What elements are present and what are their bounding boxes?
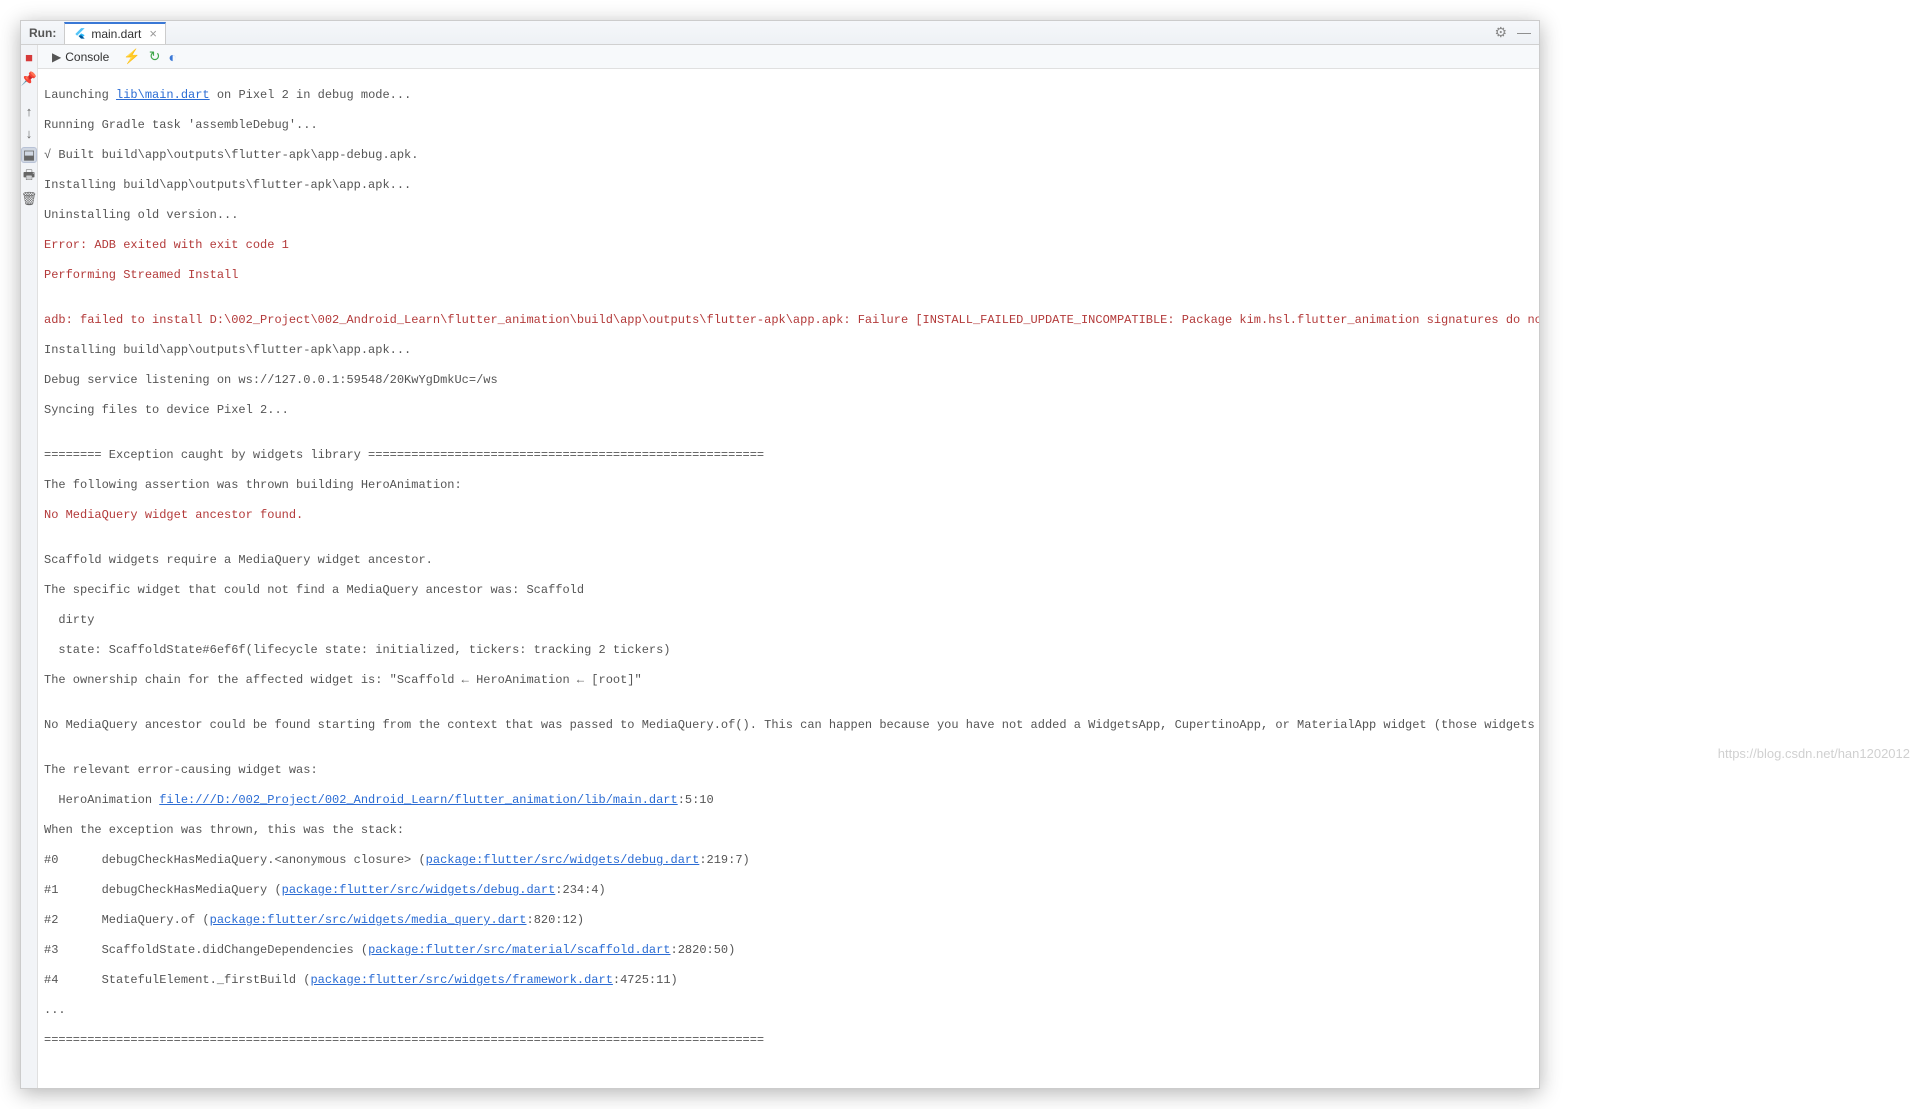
close-icon[interactable]: × <box>149 26 157 41</box>
body-row: ■ 📌 ↑ ↓ ⬓ 🖶 🗑 ▶ Console ⚡ ↻ ◐ ⇥ Launc <box>21 45 1539 1088</box>
play-icon: ▶ <box>52 50 61 64</box>
tab-label: main.dart <box>91 27 141 41</box>
console-line: The following assertion was thrown build… <box>44 478 1540 493</box>
console-line: Installing build\app\outputs\flutter-apk… <box>44 178 1540 193</box>
console-line-error: No MediaQuery widget ancestor found. <box>44 508 1540 523</box>
console-tab[interactable]: ▶ Console <box>46 48 115 66</box>
package-link[interactable]: package:flutter/src/widgets/debug.dart <box>426 853 700 867</box>
console-line: #4 StatefulElement._firstBuild (package:… <box>44 973 1540 988</box>
hot-restart-icon[interactable]: ↻ <box>149 48 161 65</box>
console-label: Console <box>65 50 109 64</box>
content-area: ▶ Console ⚡ ↻ ◐ ⇥ Launching lib\main.dar… <box>38 45 1540 1088</box>
trash-icon[interactable]: 🗑 <box>21 191 37 207</box>
console-line: dirty <box>44 613 1540 628</box>
console-line: The ownership chain for the affected wid… <box>44 673 1540 688</box>
console-line-error: Performing Streamed Install <box>44 268 1540 283</box>
console-line: Installing build\app\outputs\flutter-apk… <box>44 343 1540 358</box>
up-arrow-icon[interactable]: ↑ <box>21 103 37 119</box>
console-line-error: Error: ADB exited with exit code 1 <box>44 238 1540 253</box>
console-bar: ▶ Console ⚡ ↻ ◐ ⇥ <box>38 45 1540 69</box>
console-line: Scaffold widgets require a MediaQuery wi… <box>44 553 1540 568</box>
console-line: HeroAnimation file:///D:/002_Project/002… <box>44 793 1540 808</box>
console-line: No MediaQuery ancestor could be found st… <box>44 718 1540 733</box>
file-link[interactable]: lib\main.dart <box>116 88 210 102</box>
gear-icon[interactable]: ⚙ <box>1494 24 1507 41</box>
file-link[interactable]: file:///D:/002_Project/002_Android_Learn… <box>159 793 677 807</box>
console-line: #3 ScaffoldState.didChangeDependencies (… <box>44 943 1540 958</box>
run-header: Run: main.dart × ⚙ — <box>21 21 1539 45</box>
console-line: #1 debugCheckHasMediaQuery (package:flut… <box>44 883 1540 898</box>
soft-wrap-icon[interactable]: ⬓ <box>21 147 37 163</box>
console-line: #0 debugCheckHasMediaQuery.<anonymous cl… <box>44 853 1540 868</box>
devtools-icon[interactable]: ◐ <box>168 49 176 65</box>
pin-icon[interactable]: 📌 <box>21 71 37 87</box>
console-line: #2 MediaQuery.of (package:flutter/src/wi… <box>44 913 1540 928</box>
console-line: Running Gradle task 'assembleDebug'... <box>44 118 1540 133</box>
console-line: ... <box>44 1003 1540 1018</box>
console-line: ======== Exception caught by widgets lib… <box>44 448 1540 463</box>
left-gutter: ■ 📌 ↑ ↓ ⬓ 🖶 🗑 <box>21 45 38 1088</box>
console-line: Uninstalling old version... <box>44 208 1540 223</box>
package-link[interactable]: package:flutter/src/material/scaffold.da… <box>368 943 670 957</box>
run-tab-main-dart[interactable]: main.dart × <box>64 22 166 44</box>
console-line: Syncing files to device Pixel 2... <box>44 403 1540 418</box>
console-line: √ Built build\app\outputs\flutter-apk\ap… <box>44 148 1540 163</box>
console-line: When the exception was thrown, this was … <box>44 823 1540 838</box>
hot-reload-icon[interactable]: ⚡ <box>123 48 140 65</box>
stop-icon[interactable]: ■ <box>21 49 37 65</box>
console-line: state: ScaffoldState#6ef6f(lifecycle sta… <box>44 643 1540 658</box>
watermark: https://blog.csdn.net/han1202012 <box>1718 746 1910 761</box>
down-arrow-icon[interactable]: ↓ <box>21 125 37 141</box>
console-line: Debug service listening on ws://127.0.0.… <box>44 373 1540 388</box>
console-line: The specific widget that could not find … <box>44 583 1540 598</box>
console-line: Launching lib\main.dart on Pixel 2 in de… <box>44 88 1540 103</box>
console-line: The relevant error-causing widget was: <box>44 763 1540 778</box>
package-link[interactable]: package:flutter/src/widgets/media_query.… <box>210 913 527 927</box>
header-right-icons: ⚙ — <box>1494 24 1531 41</box>
console-line: ========================================… <box>44 1033 1540 1048</box>
run-label: Run: <box>29 26 56 40</box>
print-icon[interactable]: 🖶 <box>21 169 37 185</box>
console-line-error: adb: failed to install D:\002_Project\00… <box>44 313 1540 328</box>
run-tool-window: Run: main.dart × ⚙ — ■ 📌 ↑ ↓ ⬓ 🖶 🗑 <box>20 20 1540 1089</box>
flutter-icon <box>73 27 87 41</box>
package-link[interactable]: package:flutter/src/widgets/framework.da… <box>310 973 612 987</box>
console-output[interactable]: Launching lib\main.dart on Pixel 2 in de… <box>38 69 1540 1088</box>
minimize-icon[interactable]: — <box>1517 24 1531 41</box>
package-link[interactable]: package:flutter/src/widgets/debug.dart <box>282 883 556 897</box>
